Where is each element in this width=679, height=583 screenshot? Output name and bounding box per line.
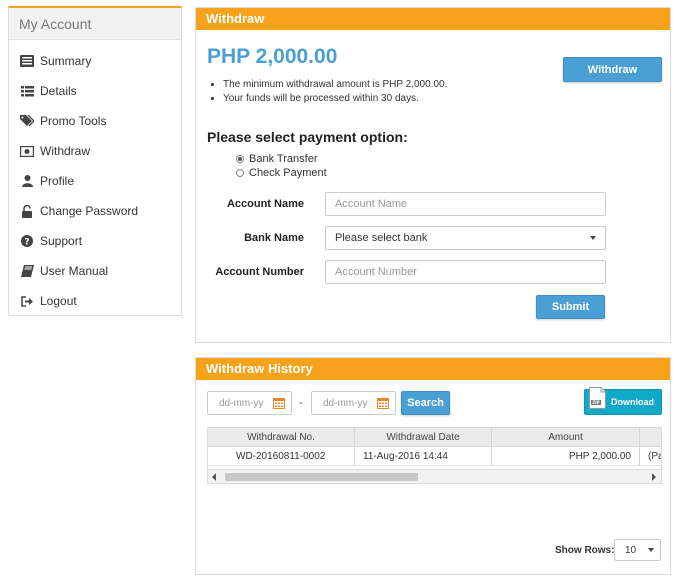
history-panel-title: Withdraw History: [196, 358, 670, 380]
calendar-icon[interactable]: [273, 397, 285, 409]
sign-out-icon: [20, 294, 34, 308]
list-icon: [20, 84, 34, 98]
cell-withdrawal-date: 11-Aug-2016 14:44: [355, 447, 492, 465]
sidebar: My Account Summary Details Promo Tools W…: [8, 6, 182, 316]
date-to-placeholder: dd-mm-yy: [323, 397, 368, 409]
account-name-input[interactable]: [325, 192, 606, 216]
sidebar-item-withdraw[interactable]: Withdraw: [9, 136, 181, 166]
column-withdrawal-no[interactable]: Withdrawal No.: [208, 428, 355, 446]
question-icon: ?: [20, 234, 34, 248]
date-separator: -: [299, 397, 303, 409]
payment-option-title: Please select payment option:: [207, 129, 408, 145]
account-name-label: Account Name: [226, 198, 304, 210]
download-button[interactable]: ZIP Download: [584, 387, 662, 415]
option-bank-transfer[interactable]: Bank Transfer: [236, 153, 317, 165]
sidebar-item-details[interactable]: Details: [9, 76, 181, 106]
withdraw-history-panel: Withdraw History dd-mm-yy - dd-mm-yy Sea…: [195, 357, 671, 575]
column-amount[interactable]: Amount: [492, 428, 640, 446]
show-rows-label: Show Rows:: [555, 545, 615, 556]
radio-bank-transfer[interactable]: [236, 155, 244, 163]
option-check-payment[interactable]: Check Payment: [236, 167, 327, 179]
radio-check-payment[interactable]: [236, 169, 244, 177]
zip-label: ZIP: [592, 400, 599, 405]
withdraw-notes: The minimum withdrawal amount is PHP 2,0…: [223, 78, 447, 106]
svg-text:?: ?: [24, 238, 29, 248]
withdraw-panel: Withdraw PHP 2,000.00 The minimum withdr…: [195, 7, 671, 343]
horizontal-scrollbar[interactable]: [208, 469, 661, 483]
bank-select-value: Please select bank: [335, 232, 428, 244]
sidebar-item-summary[interactable]: Summary: [9, 46, 181, 76]
scroll-thumb[interactable]: [225, 473, 418, 481]
sidebar-item-promo-tools[interactable]: Promo Tools: [9, 106, 181, 136]
sidebar-item-label: User Manual: [40, 264, 109, 278]
date-to-input[interactable]: dd-mm-yy: [311, 391, 396, 415]
cell-extra: (Pa: [648, 450, 661, 462]
book-icon: [20, 264, 34, 278]
money-icon: [20, 144, 34, 158]
date-from-placeholder: dd-mm-yy: [219, 397, 264, 409]
sidebar-item-label: Profile: [40, 174, 75, 188]
zip-file-icon: ZIP: [589, 387, 606, 409]
sidebar-item-support[interactable]: ? Support: [9, 226, 181, 256]
sidebar-item-user-manual[interactable]: User Manual: [9, 256, 181, 286]
search-button[interactable]: Search: [401, 391, 450, 415]
sidebar-item-logout[interactable]: Logout: [9, 286, 181, 316]
show-rows-value: 10: [625, 544, 637, 556]
balance-amount: PHP 2,000.00: [207, 45, 338, 68]
bank-name-label: Bank Name: [244, 232, 304, 244]
history-table: Withdrawal No. Withdrawal Date Amount WD…: [207, 427, 662, 484]
date-from-input[interactable]: dd-mm-yy: [207, 391, 292, 415]
sidebar-item-label: Summary: [40, 54, 92, 68]
sidebar-title: My Account: [9, 8, 181, 40]
sidebar-item-label: Support: [40, 234, 83, 248]
option-label: Bank Transfer: [249, 153, 318, 165]
chevron-down-icon: [648, 548, 654, 552]
account-number-label: Account Number: [215, 266, 304, 278]
column-withdrawal-date[interactable]: Withdrawal Date: [355, 428, 492, 446]
sidebar-item-profile[interactable]: Profile: [9, 166, 181, 196]
table-row[interactable]: WD-20160811-0002 11-Aug-2016 14:44 PHP 2…: [208, 447, 661, 466]
sidebar-item-label: Withdraw: [40, 144, 91, 158]
tags-icon: [20, 114, 34, 128]
calendar-icon[interactable]: [377, 397, 389, 409]
withdraw-note: Your funds will be processed within 30 d…: [223, 92, 447, 106]
sidebar-item-label: Logout: [40, 294, 77, 308]
download-label: Download: [611, 397, 654, 407]
unlock-icon: [20, 204, 34, 218]
show-rows-select[interactable]: 10: [614, 539, 661, 561]
submit-button[interactable]: Submit: [536, 295, 605, 319]
sidebar-item-change-password[interactable]: Change Password: [9, 196, 181, 226]
sidebar-item-label: Details: [40, 84, 77, 98]
option-label: Check Payment: [249, 167, 327, 179]
bank-select[interactable]: Please select bank: [325, 226, 606, 250]
cell-amount: PHP 2,000.00: [492, 447, 640, 465]
scroll-right-icon[interactable]: [652, 473, 656, 481]
account-number-input[interactable]: [325, 260, 606, 284]
column-extra[interactable]: [640, 428, 661, 446]
withdraw-button[interactable]: Withdraw: [563, 57, 662, 82]
withdraw-panel-title: Withdraw: [196, 8, 670, 30]
sidebar-item-label: Change Password: [40, 204, 139, 218]
sidebar-list: Summary Details Promo Tools Withdraw Pro…: [9, 40, 181, 316]
user-icon: [20, 174, 34, 188]
cell-withdrawal-no: WD-20160811-0002: [208, 447, 355, 465]
summary-icon: [20, 54, 34, 68]
chevron-down-icon: [590, 236, 596, 240]
scroll-left-icon[interactable]: [212, 473, 216, 481]
sidebar-item-label: Promo Tools: [40, 114, 107, 128]
table-header: Withdrawal No. Withdrawal Date Amount: [208, 428, 661, 447]
withdraw-note: The minimum withdrawal amount is PHP 2,0…: [223, 78, 447, 92]
